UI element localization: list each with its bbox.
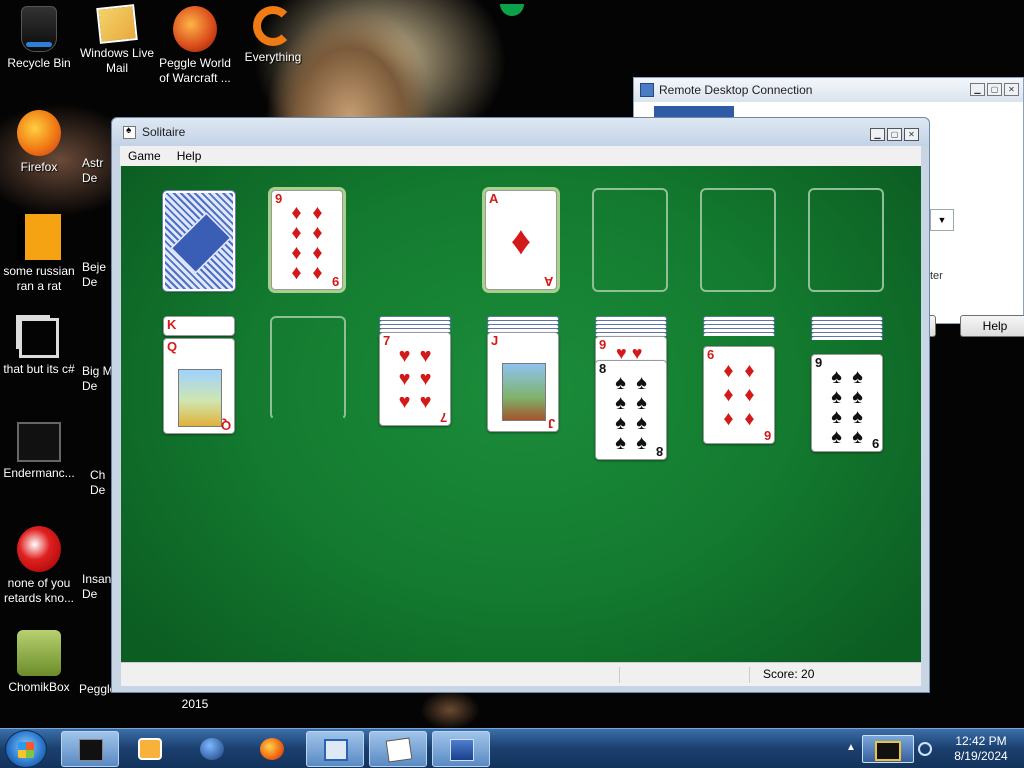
close-icon[interactable]: ✕	[1004, 83, 1019, 96]
desktop-icon-peggle-wow[interactable]: Peggle World of Warcraft ...	[156, 6, 234, 86]
taskbar-app-firefox[interactable]	[243, 731, 301, 767]
keyboard-icon	[324, 739, 348, 761]
menu-game[interactable]: Game	[120, 149, 169, 163]
solitaire-window[interactable]: Solitaire ▁ ▢ ✕ Game Help 9 ♦♦♦♦♦♦♦♦ 9 A…	[111, 117, 930, 693]
card-pips: ♦ ♦ ♦ ♦ ♦ ♦ ♦ ♦	[291, 202, 323, 284]
taskbar-app-remote-desktop[interactable]	[432, 731, 490, 767]
desktop-icon-none-of-you[interactable]: none of you retards kno...	[0, 526, 78, 606]
wallpaper-detail	[420, 690, 480, 730]
tableau-3-top-card[interactable]: 7 ♥ ♥ ♥ ♥ ♥ ♥ 7	[379, 332, 451, 426]
tableau-7-facedown	[811, 336, 883, 340]
app-icon	[17, 422, 61, 462]
menu-bar: Game Help	[120, 146, 921, 166]
tableau-4-top-card[interactable]: J J	[487, 332, 559, 432]
foundation-4[interactable]	[808, 188, 884, 292]
card-face-art	[502, 363, 546, 421]
tableau-2-empty[interactable]	[270, 316, 346, 420]
card-pips: ♥ ♥ ♥ ♥ ♥ ♥	[398, 345, 432, 413]
desktop-icon-firefox[interactable]: Firefox	[0, 110, 78, 175]
status-divider	[749, 667, 750, 683]
remote-desktop-icon	[450, 739, 474, 761]
game-board[interactable]: 9 ♦ ♦ ♦ ♦ ♦ ♦ ♦ ♦ 9 A ♦ A K Q Q 7 ♥ ♥ ♥ …	[121, 166, 921, 662]
desktop-icon-endermanc[interactable]: Endermanc...	[0, 422, 78, 481]
card-rank: A	[489, 191, 499, 206]
tableau-5-card-2[interactable]: 8 ♠ ♠ ♠ ♠ ♠ ♠ ♠ ♠ 8	[595, 360, 667, 460]
desktop-icon-everything[interactable]: Everything	[234, 6, 312, 65]
remote-desktop-text-fragment: ter	[930, 270, 943, 282]
tableau-1-card-1[interactable]: K	[163, 316, 235, 336]
taskbar: ▲ 12:42 PM 8/19/2024	[0, 728, 1024, 768]
solitaire-icon	[385, 737, 413, 763]
desktop-icon-recycle-bin[interactable]: Recycle Bin	[0, 6, 78, 71]
document-icon	[17, 214, 61, 260]
desktop-icon-chomikbox[interactable]: ChomikBox	[0, 630, 78, 695]
minimize-icon[interactable]: ▁	[870, 128, 885, 141]
desktop-icon-that-but-its-csharp[interactable]: that but its c#	[0, 318, 78, 377]
maximize-icon[interactable]: ▢	[887, 128, 902, 141]
desktop-icon-windows-live-mail[interactable]: Windows Live Mail	[78, 4, 156, 76]
status-bar: Score: 20	[121, 662, 921, 686]
clock[interactable]: 12:42 PM 8/19/2024	[944, 734, 1018, 764]
clock-date: 8/19/2024	[954, 749, 1008, 763]
tray-app-icon[interactable]	[862, 735, 914, 763]
remote-desktop-icon	[640, 83, 654, 97]
solitaire-title: Solitaire	[142, 125, 186, 139]
desktop-icon-beje[interactable]: Beje De	[82, 260, 114, 290]
app-icon	[17, 526, 61, 572]
score-label: Score: 20	[763, 667, 815, 681]
remote-desktop-title: Remote Desktop Connection	[659, 83, 813, 97]
shortcut-icon	[19, 318, 59, 358]
start-button[interactable]	[5, 730, 47, 768]
desktop-icon-big-m[interactable]: Big M De	[82, 364, 114, 394]
tray-expand-icon[interactable]: ▲	[846, 742, 856, 753]
recycle-bin-icon	[21, 6, 57, 52]
tableau-6-top-card[interactable]: 6 ♦ ♦ ♦ ♦ ♦ ♦ 6	[703, 346, 775, 444]
solitaire-app-icon	[123, 125, 136, 139]
menu-help[interactable]: Help	[169, 149, 210, 163]
minimize-icon[interactable]: ▁	[970, 83, 985, 96]
desktop-icon-insan[interactable]: Insan De	[82, 572, 114, 602]
status-divider	[619, 667, 620, 683]
waste-card[interactable]: 9 ♦ ♦ ♦ ♦ ♦ ♦ ♦ ♦ 9	[271, 190, 343, 290]
card-suit: ♦	[510, 219, 532, 263]
taskbar-app-keyboard[interactable]	[306, 731, 364, 767]
everything-icon	[253, 6, 293, 46]
close-icon[interactable]: ✕	[904, 128, 919, 141]
taskbar-app-solitaire[interactable]	[369, 731, 427, 767]
remote-desktop-titlebar[interactable]: Remote Desktop Connection	[634, 78, 1023, 102]
card-face-art	[178, 369, 222, 427]
tableau-1-card-2[interactable]: Q Q	[163, 338, 235, 434]
foundation-2[interactable]	[592, 188, 668, 292]
system-tray: ▲ 12:42 PM 8/19/2024	[840, 729, 1024, 768]
maximize-icon[interactable]: ▢	[987, 83, 1002, 96]
help-button[interactable]: Help	[960, 315, 1024, 337]
stock-pile[interactable]	[162, 190, 236, 292]
desktop-icon-some-russian[interactable]: some russian ran a rat	[0, 214, 78, 294]
terminal-icon	[79, 739, 103, 761]
tableau-7-top-card[interactable]: 9 ♠ ♠ ♠ ♠ ♠ ♠ ♠ ♠ 9	[811, 354, 883, 452]
taskbar-app-terminal[interactable]	[61, 731, 119, 767]
clock-time: 12:42 PM	[955, 734, 1007, 748]
taskbar-app-media[interactable]	[121, 731, 179, 767]
firefox-icon	[260, 738, 284, 760]
chevron-down-icon[interactable]: ▼	[930, 209, 954, 231]
firefox-icon	[17, 110, 61, 156]
card-pips: ♠ ♠ ♠ ♠ ♠ ♠ ♠ ♠	[831, 366, 863, 448]
card-rank: 9	[275, 191, 283, 206]
network-icon[interactable]	[918, 742, 932, 756]
solitaire-titlebar[interactable]: Solitaire	[112, 118, 929, 146]
foundation-1[interactable]: A ♦ A	[485, 190, 557, 290]
card-pips: ♦ ♦ ♦ ♦ ♦ ♦	[723, 360, 755, 430]
foundation-3[interactable]	[700, 188, 776, 292]
card-pips: ♠ ♠ ♠ ♠ ♠ ♠ ♠ ♠	[615, 372, 647, 454]
globe-icon	[200, 738, 224, 760]
peggle-icon	[173, 6, 217, 52]
taskbar-app-globe[interactable]	[183, 731, 241, 767]
media-player-icon	[138, 738, 162, 760]
mail-icon	[96, 4, 138, 44]
desktop-icon-astr[interactable]: Astr De	[82, 156, 114, 186]
chomikbox-icon	[17, 630, 61, 676]
tableau-6-facedown	[703, 332, 775, 336]
